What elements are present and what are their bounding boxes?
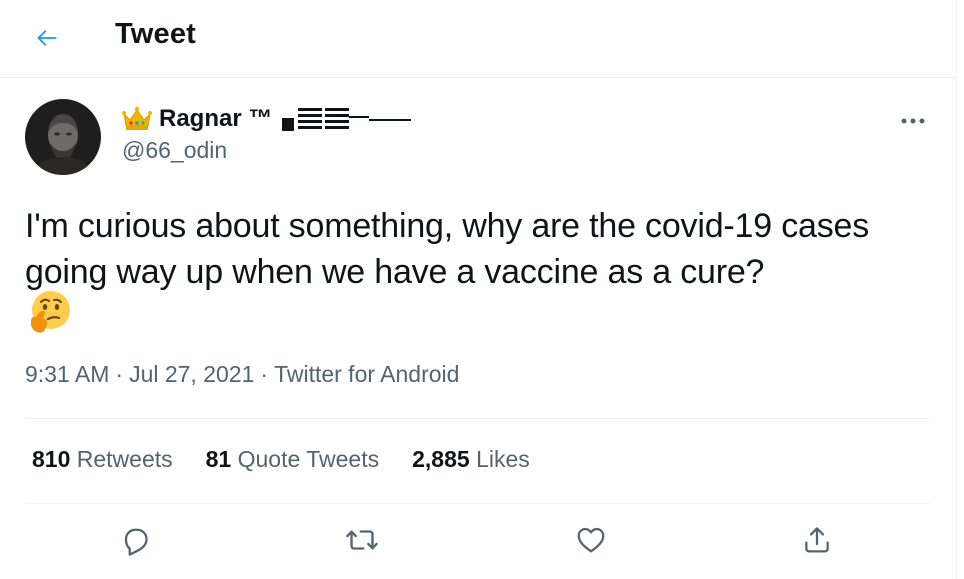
crown-icon	[122, 106, 152, 130]
back-button[interactable]	[26, 17, 68, 59]
share-icon	[805, 527, 829, 553]
avatar[interactable]	[25, 99, 101, 175]
tweet-date[interactable]: Jul 27, 2021	[129, 361, 254, 387]
reply-icon	[124, 528, 148, 556]
heart-icon	[577, 527, 605, 553]
tweet-author[interactable]: Ragnar ™ @66_odin	[122, 103, 414, 164]
tweet-stats: 810 Retweets 81 Quote Tweets 2,885 Likes	[32, 446, 563, 473]
page-header: Tweet	[0, 0, 957, 78]
tweet-actions	[0, 518, 957, 568]
likes-label: Likes	[476, 446, 530, 472]
quote-tweets-label: Quote Tweets	[237, 446, 380, 472]
likes-count: 2,885	[412, 446, 470, 472]
reply-button[interactable]	[114, 518, 158, 562]
meta-separator: ·	[260, 361, 269, 387]
page-title: Tweet	[115, 18, 197, 50]
author-handle: @66_odin	[122, 137, 228, 163]
more-button[interactable]	[893, 106, 933, 136]
tweet-meta: 9:31 AM · Jul 27, 2021 · Twitter for Android	[25, 361, 459, 388]
retweets-count: 810	[32, 446, 71, 472]
author-display-name: Ragnar ™	[159, 105, 273, 132]
retweet-button[interactable]	[340, 518, 384, 562]
thinking-face-emoji	[31, 291, 70, 333]
share-button[interactable]	[795, 518, 839, 562]
quote-tweets-count: 81	[205, 446, 232, 472]
name-decoration-glyphs	[282, 108, 412, 131]
likes-stat[interactable]: 2,885 Likes	[412, 446, 530, 473]
divider	[25, 503, 929, 504]
meta-separator: ·	[115, 361, 124, 387]
divider	[25, 418, 929, 419]
tweet-time[interactable]: 9:31 AM	[25, 361, 109, 387]
retweet-icon	[346, 530, 378, 550]
more-horizontal-icon	[901, 118, 925, 124]
user-avatar	[25, 99, 101, 175]
tweet-page: Tweet Ragnar ™ @66_odin I'm curious abou…	[0, 0, 957, 579]
tweet-source[interactable]: Twitter for Android	[274, 361, 459, 387]
quote-tweets-stat[interactable]: 81 Quote Tweets	[206, 446, 379, 473]
retweets-label: Retweets	[76, 446, 173, 472]
like-button[interactable]	[569, 518, 613, 562]
retweets-stat[interactable]: 810 Retweets	[32, 446, 173, 473]
arrow-left-icon	[37, 30, 57, 46]
tweet-text: I'm curious about something, why are the…	[25, 207, 870, 291]
